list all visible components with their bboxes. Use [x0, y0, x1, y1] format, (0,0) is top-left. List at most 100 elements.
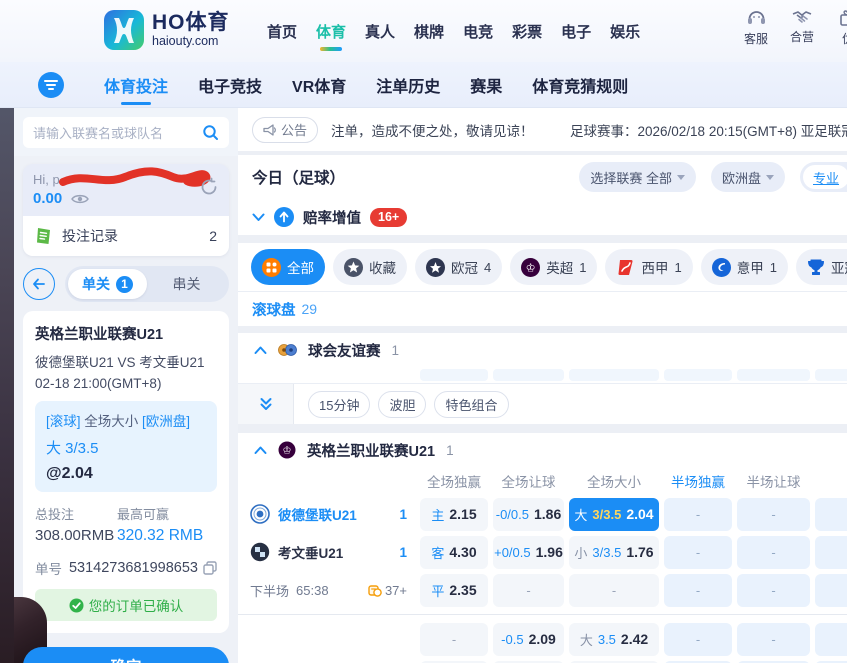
search-icon[interactable] [202, 124, 219, 141]
quick-filter-15分钟[interactable]: 15分钟 [308, 391, 370, 418]
league-tab-英超[interactable]: ♔英超1 [510, 249, 597, 285]
announcement-badge[interactable]: 公告 [252, 117, 318, 143]
top-nav-item-电子[interactable]: 电子 [561, 21, 591, 42]
league-tab-count: 1 [674, 260, 681, 275]
brand-logo[interactable]: HO体育 haiouty.com [104, 10, 230, 50]
top-nav-item-电竞[interactable]: 电竞 [463, 21, 493, 42]
eye-icon[interactable] [71, 192, 89, 206]
header-action-优[interactable]: 优 [825, 9, 847, 47]
odds-cell[interactable]: - [815, 536, 847, 569]
odds-group-divider [238, 614, 847, 615]
odds-cell[interactable]: - [815, 498, 847, 531]
odds-cell[interactable]: - [569, 574, 659, 607]
team-cell[interactable]: 考文垂U211 [250, 542, 415, 562]
sub-nav-item-VR体育[interactable]: VR体育 [292, 73, 346, 97]
balance-row: 0.00 [33, 190, 219, 207]
odds-cell[interactable]: - [664, 574, 732, 607]
odds-line: 3.5 [598, 632, 616, 647]
collapse-chevron-icon[interactable] [252, 213, 265, 222]
back-button[interactable] [23, 268, 55, 300]
odds-cell[interactable]: - [737, 623, 810, 656]
quick-filter-波胆[interactable]: 波胆 [378, 391, 426, 418]
top-nav-item-真人[interactable]: 真人 [365, 21, 395, 42]
copy-icon[interactable] [203, 561, 217, 575]
header-action-合营[interactable]: 合营 [779, 9, 825, 47]
tab-single-bet[interactable]: 单关 1 [68, 269, 147, 299]
section-league-count: 1 [446, 443, 454, 458]
header-action-客服[interactable]: 客服 [733, 9, 779, 47]
balance-value: 0.00 [33, 190, 62, 207]
live-matches-row[interactable]: 滚球盘 29 [238, 292, 847, 326]
top-nav-item-娱乐[interactable]: 娱乐 [610, 21, 640, 42]
team-cell[interactable]: 彼德堡联U211 [250, 504, 415, 524]
odds-cell[interactable]: - [664, 498, 732, 531]
league-tab-亚冠二[interactable]: 亚冠二2 [796, 249, 847, 285]
odds-cell[interactable]: - [493, 574, 564, 607]
league-tab-欧冠[interactable]: 欧冠4 [415, 249, 502, 285]
section-league-u21: ♔ 英格兰职业联赛U21 1 全场独赢全场让球全场大小半场独赢半场让球 彼德堡联… [238, 433, 847, 663]
odds-cell[interactable]: - [815, 623, 847, 656]
odds-cell[interactable]: - [737, 536, 810, 569]
league-tab-全部[interactable]: 全部 [251, 249, 325, 285]
odds-cell[interactable]: - [664, 623, 732, 656]
more-markets-link[interactable]: 37+ [368, 583, 407, 598]
total-stake-value: 308.00RMB [35, 527, 117, 544]
odds-cell[interactable]: -0.52.09 [493, 623, 564, 656]
odds-cell-selected[interactable]: 大3/3.52.04 [569, 498, 659, 531]
section-league-title: 英格兰职业联赛U21 [307, 440, 435, 461]
odds-value: 1.86 [534, 506, 561, 522]
odds-cell[interactable]: 主2.15 [420, 498, 488, 531]
odds-cell[interactable]: - [664, 536, 732, 569]
live-matches-label: 滚球盘 [252, 299, 296, 320]
odds-cell[interactable]: 小3/3.51.76 [569, 536, 659, 569]
collapse-chevron-up-icon[interactable] [254, 446, 267, 455]
odds-boost-row[interactable]: 赔率增值 16+ [238, 199, 847, 235]
search-input[interactable]: 请输入联赛名或球队名 [23, 117, 229, 148]
sports-menu-button[interactable] [38, 72, 64, 98]
odds-cell[interactable]: -0/0.51.86 [493, 498, 564, 531]
ucl-icon [426, 258, 445, 277]
odds-cell[interactable]: 大3.52.42 [569, 623, 659, 656]
odds-cell[interactable]: 平2.35 [420, 574, 488, 607]
epl-icon: ♔ [521, 258, 540, 277]
top-nav-item-彩票[interactable]: 彩票 [512, 21, 542, 42]
expand-more-markets-button[interactable] [238, 384, 294, 424]
quick-filter-特色组合[interactable]: 特色组合 [434, 391, 508, 418]
league-tab-意甲[interactable]: 意甲1 [701, 249, 788, 285]
sub-nav-item-体育竞猜规则[interactable]: 体育竞猜规则 [532, 73, 628, 97]
top-nav-item-棋牌[interactable]: 棋牌 [414, 21, 444, 42]
sub-nav-item-赛果[interactable]: 赛果 [470, 73, 502, 97]
top-nav-item-首页[interactable]: 首页 [267, 21, 297, 42]
bet-records-item[interactable]: 投注记录 2 [23, 216, 229, 256]
section-friendly-header[interactable]: 球会友谊赛 1 [238, 333, 847, 367]
odds-cell[interactable]: - [737, 498, 810, 531]
search-row: 请输入联赛名或球队名 [14, 108, 238, 156]
odds-cell[interactable]: +0/0.51.96 [493, 536, 564, 569]
match-odds-row: 考文垂U211客4.30+0/0.51.96小3/3.51.76--- [238, 533, 847, 571]
sports-sub-nav: 体育投注 电子竞技 VR体育 注单历史 赛果 体育竞猜规则 [0, 62, 847, 108]
sub-nav-item-电子竞技[interactable]: 电子竞技 [198, 73, 262, 97]
odds-cell[interactable]: - [815, 574, 847, 607]
odds-format-dropdown[interactable]: 欧洲盘 [711, 162, 785, 192]
max-win-value: 320.32 RMB [117, 527, 217, 545]
league-select-dropdown[interactable]: 选择联赛 全部 [579, 162, 696, 192]
league-tab-西甲[interactable]: 西甲1 [605, 249, 692, 285]
league-tab-count: 1 [770, 260, 777, 275]
odds-cell[interactable]: 客4.30 [420, 536, 488, 569]
collapse-chevron-up-icon[interactable] [254, 346, 267, 355]
sub-nav-item-注单历史[interactable]: 注单历史 [376, 73, 440, 97]
odds-pick-label: 主 [431, 505, 444, 524]
slip-selection-box: [滚球] 全场大小 [欧洲盘] 大 3/3.5 @2.04 [35, 401, 217, 492]
refresh-balance-icon[interactable] [199, 177, 219, 197]
live-matches-count: 29 [302, 301, 318, 317]
tab-parlay-bet[interactable]: 串关 [147, 269, 226, 299]
odds-cell[interactable]: - [737, 574, 810, 607]
league-tab-收藏[interactable]: 收藏 [333, 249, 407, 285]
section-league-header[interactable]: ♔ 英格兰职业联赛U21 1 [238, 433, 847, 467]
top-nav-item-体育[interactable]: 体育 [316, 21, 346, 42]
mode-pro-option[interactable]: 专业 [803, 165, 847, 189]
sub-nav-item-体育投注[interactable]: 体育投注 [104, 73, 168, 97]
user-card: Hi, p 0.00 投注记录 2 [23, 164, 229, 256]
confirm-button[interactable]: 确定 [23, 647, 229, 663]
odds-cell[interactable]: - [420, 623, 488, 656]
